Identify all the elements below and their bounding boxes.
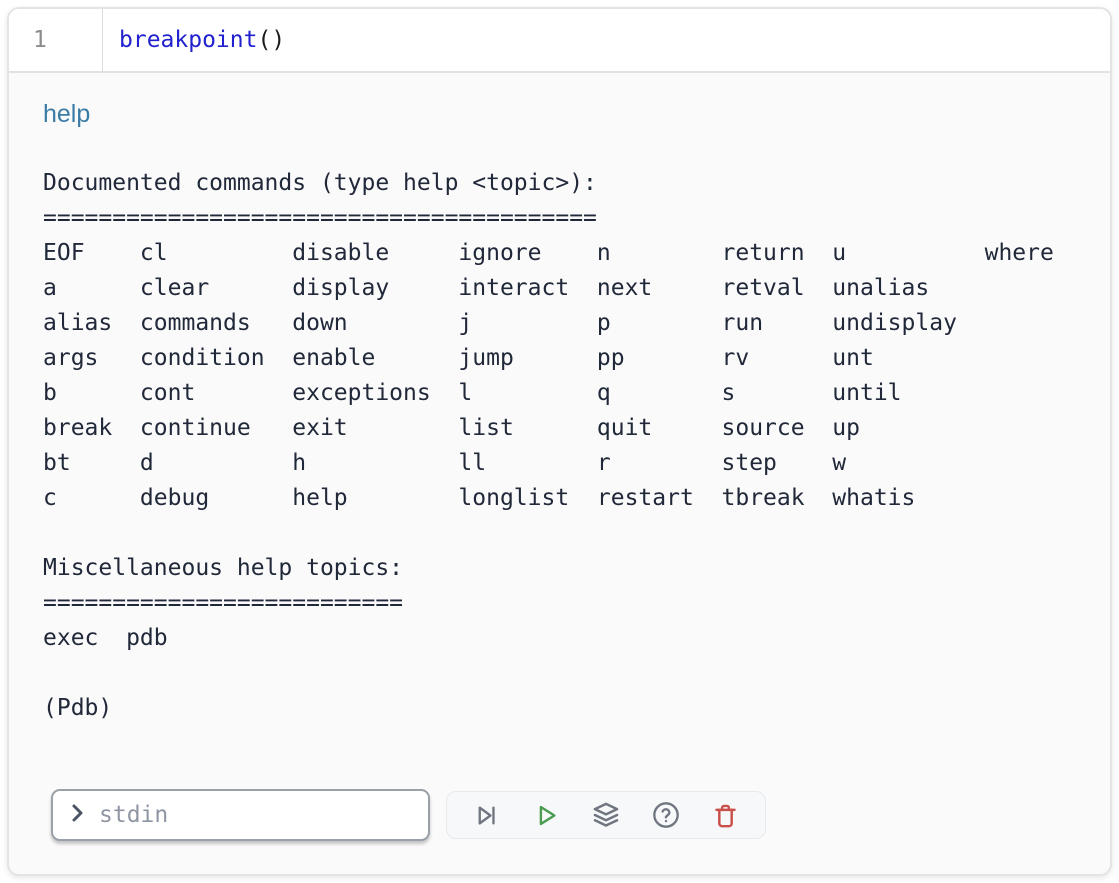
chevron-right-icon	[65, 801, 89, 829]
terminal-footer	[51, 789, 766, 841]
layers-button[interactable]	[589, 798, 623, 832]
terminal-toolbar	[446, 791, 766, 839]
layers-icon	[592, 801, 620, 829]
pdb-help-output: Documented commands (type help <topic>):…	[43, 131, 1110, 726]
stdin-input[interactable]	[99, 802, 416, 828]
code-token-punctuation: ()	[257, 27, 285, 53]
stdin-input-wrapper[interactable]	[51, 789, 430, 841]
ide-panel: 1 breakpoint() help Documented commands …	[7, 7, 1112, 876]
stdin-echo: help	[43, 97, 1110, 131]
code-token-builtin: breakpoint	[119, 27, 257, 53]
terminal-output-area: help Documented commands (type help <top…	[9, 73, 1110, 726]
help-circle-icon	[652, 801, 680, 829]
code-line[interactable]: breakpoint()	[103, 27, 285, 53]
skip-forward-icon	[473, 802, 500, 829]
skip-forward-button[interactable]	[470, 798, 504, 832]
trash-icon	[712, 802, 739, 829]
play-icon	[533, 802, 560, 829]
line-number: 1	[9, 9, 103, 71]
help-button[interactable]	[649, 798, 683, 832]
run-button[interactable]	[529, 798, 563, 832]
clear-output-button[interactable]	[708, 798, 742, 832]
code-editor[interactable]: 1 breakpoint()	[9, 9, 1110, 73]
